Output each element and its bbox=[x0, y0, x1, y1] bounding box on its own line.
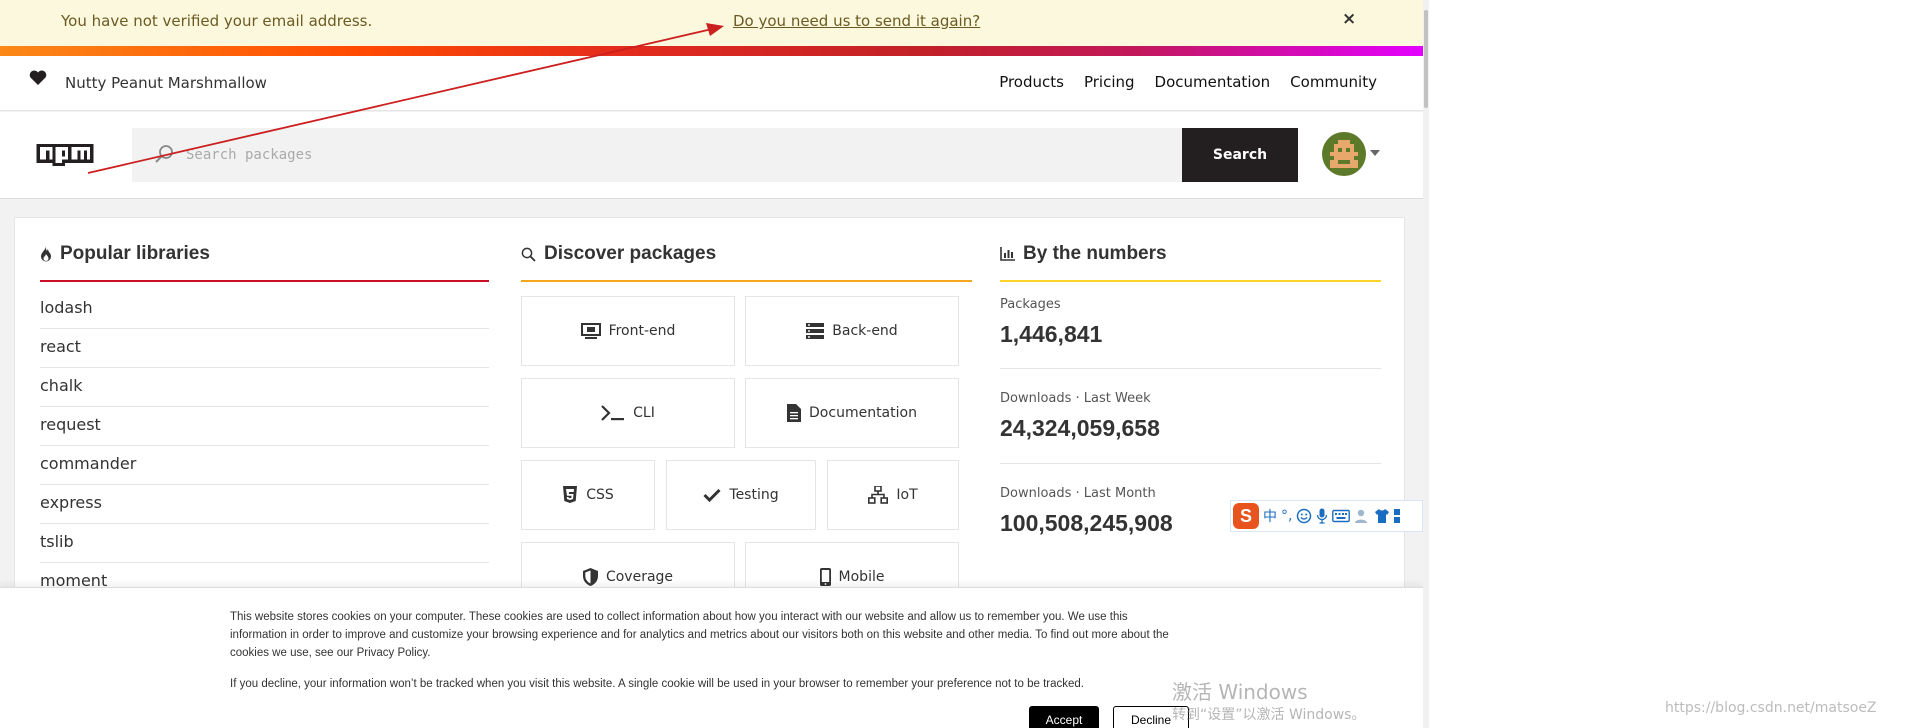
verify-email-message: You have not verified your email address… bbox=[61, 12, 373, 30]
search-icon bbox=[521, 247, 536, 262]
discover-packages-heading: Discover packages bbox=[521, 243, 716, 265]
emoji-icon[interactable] bbox=[1296, 508, 1312, 524]
browser-viewport: You have not verified your email address… bbox=[0, 0, 1423, 728]
search-icon bbox=[154, 144, 174, 168]
skin-icon[interactable] bbox=[1374, 508, 1390, 524]
tile-documentation[interactable]: Documentation bbox=[745, 378, 959, 448]
homepage-card: Popular libraries lodash react chalk req… bbox=[14, 217, 1405, 647]
search-box bbox=[132, 128, 1182, 182]
top-nav: Nutty Peanut Marshmallow Products Pricin… bbox=[0, 56, 1423, 111]
chevron-down-icon[interactable] bbox=[1370, 150, 1380, 156]
accept-cookies-button[interactable]: Accept bbox=[1029, 706, 1099, 728]
nav-link-products[interactable]: Products bbox=[999, 73, 1064, 91]
tile-iot[interactable]: IoT bbox=[827, 460, 959, 530]
terminal-icon bbox=[601, 405, 625, 421]
tile-cli[interactable]: CLI bbox=[521, 378, 735, 448]
monitor-icon bbox=[580, 323, 601, 339]
discover-underline bbox=[521, 280, 972, 282]
nav-link-documentation[interactable]: Documentation bbox=[1155, 73, 1271, 91]
stat-label-last-week: Downloads · Last Week bbox=[1000, 391, 1151, 406]
stat-value-packages: 1,446,841 bbox=[1000, 321, 1103, 347]
avatar[interactable] bbox=[1322, 132, 1366, 176]
npm-logo[interactable] bbox=[29, 144, 101, 170]
discover-packages-title: Discover packages bbox=[544, 243, 717, 264]
flame-icon bbox=[41, 246, 51, 262]
list-item[interactable]: request bbox=[40, 407, 489, 446]
server-icon bbox=[806, 323, 825, 339]
phone-icon bbox=[819, 568, 831, 586]
csdn-watermark: https://blog.csdn.net/matsoeZ bbox=[1665, 700, 1877, 716]
list-item[interactable]: chalk bbox=[40, 368, 489, 407]
list-item[interactable]: tslib bbox=[40, 524, 489, 563]
cookie-text-decline: If you decline, your information won’t b… bbox=[230, 678, 1084, 690]
keyboard-icon[interactable] bbox=[1332, 509, 1351, 523]
stat-label-last-month: Downloads · Last Month bbox=[1000, 486, 1156, 501]
user-icon[interactable] bbox=[1354, 508, 1370, 524]
windows-activation-hint: 转到“设置”以激活 Windows。 bbox=[1172, 707, 1366, 723]
stat-value-last-month: 100,508,245,908 bbox=[1000, 510, 1173, 536]
network-icon bbox=[868, 486, 889, 504]
stat-value-last-week: 24,324,059,658 bbox=[1000, 415, 1160, 441]
screen: You have not verified your email address… bbox=[0, 0, 1920, 728]
popular-underline bbox=[40, 280, 489, 282]
ime-toolbar[interactable]: S 中 °, bbox=[1230, 500, 1423, 532]
popular-libraries-heading: Popular libraries bbox=[40, 243, 210, 265]
gradient-bar bbox=[0, 46, 1423, 56]
stat-divider bbox=[1000, 368, 1381, 369]
nav-link-pricing[interactable]: Pricing bbox=[1084, 73, 1135, 91]
ime-punctuation-mode[interactable]: °, bbox=[1281, 508, 1292, 524]
popular-libraries-list: lodash react chalk request commander exp… bbox=[40, 290, 489, 602]
list-item[interactable]: lodash bbox=[40, 290, 489, 329]
list-item[interactable]: express bbox=[40, 485, 489, 524]
stat-divider bbox=[1000, 463, 1381, 464]
checkmark-icon bbox=[703, 488, 721, 502]
tile-front-end[interactable]: Front-end bbox=[521, 296, 735, 366]
tile-testing[interactable]: Testing bbox=[666, 460, 816, 530]
numbers-underline bbox=[1000, 280, 1381, 282]
list-item[interactable]: commander bbox=[40, 446, 489, 485]
search-button[interactable]: Search bbox=[1182, 128, 1298, 182]
heart-icon bbox=[29, 70, 47, 91]
by-the-numbers-heading: By the numbers bbox=[1000, 243, 1167, 265]
tile-css[interactable]: CSS bbox=[521, 460, 655, 530]
list-item[interactable]: react bbox=[40, 329, 489, 368]
stat-label-packages: Packages bbox=[1000, 297, 1061, 312]
sogou-logo-icon: S bbox=[1233, 503, 1259, 529]
microphone-icon[interactable] bbox=[1316, 508, 1328, 524]
document-icon bbox=[787, 404, 802, 422]
scrollbar-thumb[interactable] bbox=[1424, 10, 1428, 108]
css3-icon bbox=[563, 486, 578, 503]
search-header: Search bbox=[0, 112, 1423, 199]
toolbox-icon[interactable] bbox=[1394, 508, 1404, 524]
npm-motto: Nutty Peanut Marshmallow bbox=[65, 74, 267, 92]
resend-email-link[interactable]: Do you need us to send it again? bbox=[733, 12, 980, 30]
bar-chart-icon bbox=[1000, 247, 1015, 261]
cookie-text-main: This website stores cookies on your comp… bbox=[230, 611, 1169, 659]
search-input[interactable] bbox=[186, 128, 1166, 182]
windows-activation-title: 激活 Windows bbox=[1172, 680, 1308, 704]
nav-links: Products Pricing Documentation Community bbox=[999, 73, 1377, 91]
ime-chinese-mode[interactable]: 中 bbox=[1263, 506, 1277, 526]
nav-link-community[interactable]: Community bbox=[1290, 73, 1377, 91]
verify-email-banner: You have not verified your email address… bbox=[0, 0, 1423, 46]
blank-area bbox=[1429, 0, 1920, 728]
popular-libraries-title: Popular libraries bbox=[60, 243, 210, 264]
tile-back-end[interactable]: Back-end bbox=[745, 296, 959, 366]
close-banner-icon[interactable]: × bbox=[1342, 9, 1356, 29]
shield-icon bbox=[582, 568, 598, 586]
by-the-numbers-title: By the numbers bbox=[1023, 243, 1167, 264]
